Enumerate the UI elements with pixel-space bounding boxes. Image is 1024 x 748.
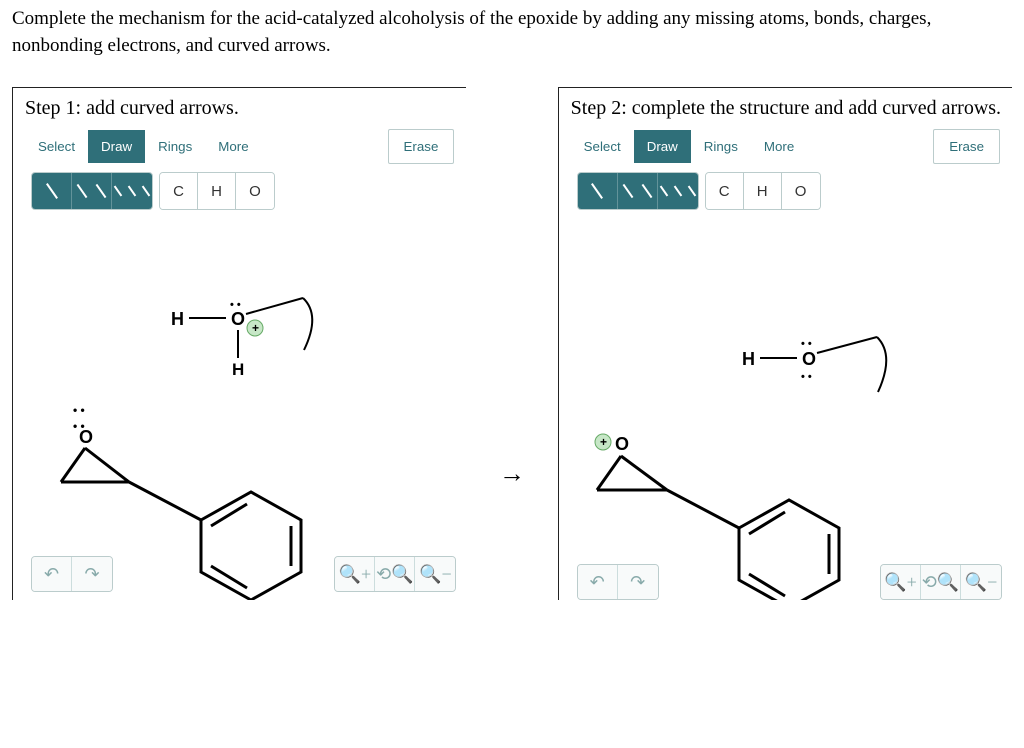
erase-button[interactable]: Erase [388, 129, 455, 164]
erase-button[interactable]: Erase [933, 129, 1000, 164]
question-prompt: Complete the mechanism for the acid-cata… [12, 6, 1012, 59]
lone-pair-dots-3: • • [73, 403, 85, 417]
step2-tabs: Select Draw Rings More Erase [571, 129, 1012, 164]
lone-pair-dots: • • [801, 338, 812, 350]
atom-h-button[interactable]: H [198, 173, 236, 209]
bond-triple-icon[interactable] [658, 173, 698, 209]
bond-double-icon[interactable] [618, 173, 658, 209]
bond-triple-icon[interactable] [112, 173, 152, 209]
step1-tabs: Select Draw Rings More Erase [25, 129, 466, 164]
zoom-out-icon[interactable]: 🔍− [961, 565, 1001, 599]
undo-icon[interactable]: ↶ [32, 557, 72, 591]
lone-pair-dots-2: • • [801, 371, 812, 383]
zoom-reset-icon[interactable]: ⟲🔍 [375, 557, 415, 591]
atom-h-button[interactable]: H [744, 173, 782, 209]
label-H: H [171, 309, 184, 329]
label-H: H [742, 349, 755, 369]
label-O-left: O [615, 434, 629, 454]
zoom-reset-icon[interactable]: ⟲🔍 [921, 565, 961, 599]
tab-more[interactable]: More [751, 130, 807, 163]
tab-rings[interactable]: Rings [145, 130, 205, 163]
step1-canvas[interactable]: H O • • + H • • O • • [21, 220, 466, 600]
label-O-left: O [79, 427, 93, 447]
bond-single-icon[interactable] [578, 173, 618, 209]
step1-molecule: H O • • + H • • O • • [21, 220, 461, 600]
bond-double-icon[interactable] [72, 173, 112, 209]
atom-c-button[interactable]: C [160, 173, 198, 209]
tab-select[interactable]: Select [571, 130, 634, 163]
label-H-mid: H [232, 360, 244, 379]
atom-c-button[interactable]: C [706, 173, 744, 209]
atom-o-button[interactable]: O [236, 173, 274, 209]
zoom-out-icon[interactable]: 🔍− [415, 557, 455, 591]
step2-molecule: H O • • • • + O [567, 220, 1007, 600]
tab-select[interactable]: Select [25, 130, 88, 163]
lone-pair-dots: • • [230, 299, 241, 311]
step1-draw-tools: C H O [31, 172, 466, 210]
tab-more[interactable]: More [205, 130, 261, 163]
bond-single-icon[interactable] [32, 173, 72, 209]
label-O-top: O [231, 309, 245, 329]
step1-title: Step 1: add curved arrows. [25, 96, 466, 121]
step2-draw-tools: C H O [577, 172, 1012, 210]
step2-canvas[interactable]: H O • • • • + O [567, 220, 1012, 600]
step2-title: Step 2: complete the structure and add c… [571, 96, 1012, 121]
plus-icon: + [252, 321, 259, 335]
zoom-in-icon[interactable]: 🔍+ [881, 565, 921, 599]
tab-rings[interactable]: Rings [691, 130, 751, 163]
plus-icon: + [600, 435, 607, 449]
reaction-arrow: → [482, 87, 541, 600]
atom-o-button[interactable]: O [782, 173, 820, 209]
zoom-in-icon[interactable]: 🔍+ [335, 557, 375, 591]
redo-icon[interactable]: ↷ [618, 565, 658, 599]
redo-icon[interactable]: ↷ [72, 557, 112, 591]
tab-draw[interactable]: Draw [88, 130, 145, 163]
tab-draw[interactable]: Draw [634, 130, 691, 163]
panel-step1: Step 1: add curved arrows. Select Draw R… [12, 87, 466, 600]
label-O-top: O [802, 349, 816, 369]
undo-icon[interactable]: ↶ [578, 565, 618, 599]
panel-step2: Step 2: complete the structure and add c… [558, 87, 1012, 600]
